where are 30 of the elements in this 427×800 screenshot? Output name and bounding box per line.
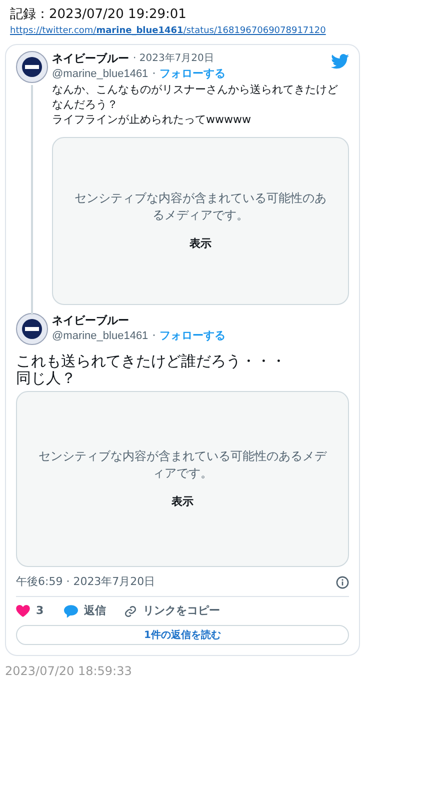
avatar xyxy=(16,313,48,345)
author-handle: @marine_blue1461 xyxy=(52,67,148,82)
like-count: 3 xyxy=(36,602,45,619)
bird-icon xyxy=(331,54,349,69)
tweet-text: これも送られてきたけど誰だろう・・・ xyxy=(16,353,287,370)
separator: · xyxy=(152,66,156,82)
reply-button[interactable]: 返信 xyxy=(64,602,106,620)
link-icon xyxy=(124,604,137,618)
tweet-date: · 2023年7月20日 xyxy=(133,52,214,66)
author-name: ネイビーブルー xyxy=(52,313,130,328)
speech-bubble-icon xyxy=(64,604,78,618)
info-icon[interactable] xyxy=(336,576,349,588)
copy-link-button[interactable]: リンクをコピー xyxy=(124,602,220,620)
show-button[interactable]: 表示 xyxy=(172,494,194,510)
heart-icon[interactable] xyxy=(16,605,30,617)
record-label: 記録：2023/07/20 19:29:01 xyxy=(10,6,188,24)
show-button[interactable]: 表示 xyxy=(190,236,212,252)
tweet-link[interactable]: https://twitter.com/marine_blue1461/status/1681967069078917120 xyxy=(10,24,417,38)
tweet-text: ライフラインが止められたってwwwww xyxy=(52,112,252,127)
archive-timestamp: 2023/07/20 18:59:33 xyxy=(4,663,133,680)
read-replies-button[interactable]: 1件の返信を読む xyxy=(16,625,349,645)
author-name: ネイビーブルー xyxy=(52,51,129,66)
tweet-text: なんか、こんなものがリスナーさんから送られてきたけどなんだろう？ xyxy=(52,82,339,112)
sensitive-media-notice: センシティブな内容が含まれている可能性のあるメディアです。 xyxy=(38,448,328,482)
avatar xyxy=(16,51,48,83)
separator: · xyxy=(152,328,156,344)
tweet-text: 同じ人？ xyxy=(16,370,77,387)
tweet-timestamp: 午後6:59 · 2023年7月20日 xyxy=(16,574,156,590)
sensitive-media-notice: センシティブな内容が含まれている可能性のあるメディアです。 xyxy=(74,190,328,224)
author-handle: @marine_blue1461 xyxy=(52,329,148,344)
